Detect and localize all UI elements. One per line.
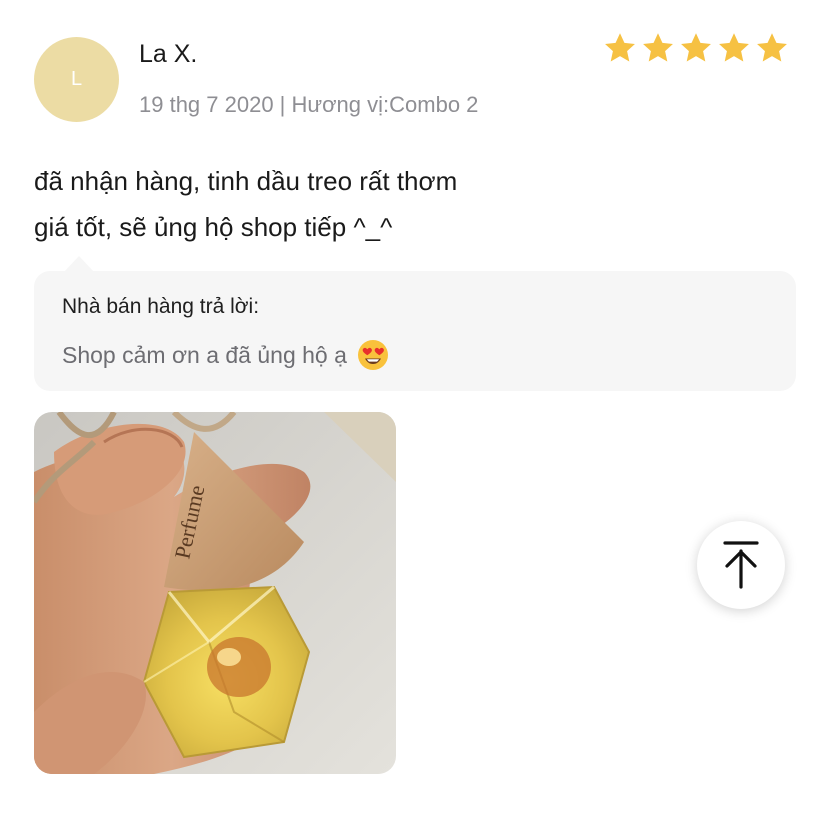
avatar: L [34, 37, 119, 122]
perfume-bottle-photo: Perfume [34, 412, 396, 774]
star-icon [643, 33, 673, 62]
heart-eyes-emoji-icon [357, 340, 388, 370]
reply-pointer [64, 256, 94, 272]
review-photo[interactable]: Perfume [34, 412, 396, 774]
seller-reply-title: Nhà bán hàng trả lời: [62, 295, 260, 318]
star-icon [757, 33, 787, 62]
seller-reply-text-row: Shop cảm ơn a đã ủng hộ ạ [62, 339, 389, 371]
star-icon [681, 33, 711, 62]
seller-reply-box: Nhà bán hàng trả lời: Shop cảm ơn a đã ủ… [34, 271, 796, 391]
star-icon [605, 33, 635, 62]
back-to-top-button[interactable] [697, 521, 785, 609]
arrow-up-to-top-icon [723, 541, 759, 589]
review-body-line: giá tốt, sẽ ủng hộ shop tiếp ^_^ [34, 212, 393, 242]
review-body-line: đã nhận hàng, tinh dầu treo rất thơm [34, 166, 458, 196]
avatar-initial: L [70, 68, 83, 90]
star-rating [602, 30, 790, 66]
reviewer-name: La X. [139, 40, 198, 68]
seller-reply-text: Shop cảm ơn a đã ủng hộ ạ [62, 341, 347, 368]
review-meta: 19 thg 7 2020 | Hương vị:Combo 2 [139, 92, 479, 117]
star-icon [719, 33, 749, 62]
review-body: đã nhận hàng, tinh dầu treo rất thơm giá… [34, 158, 457, 250]
